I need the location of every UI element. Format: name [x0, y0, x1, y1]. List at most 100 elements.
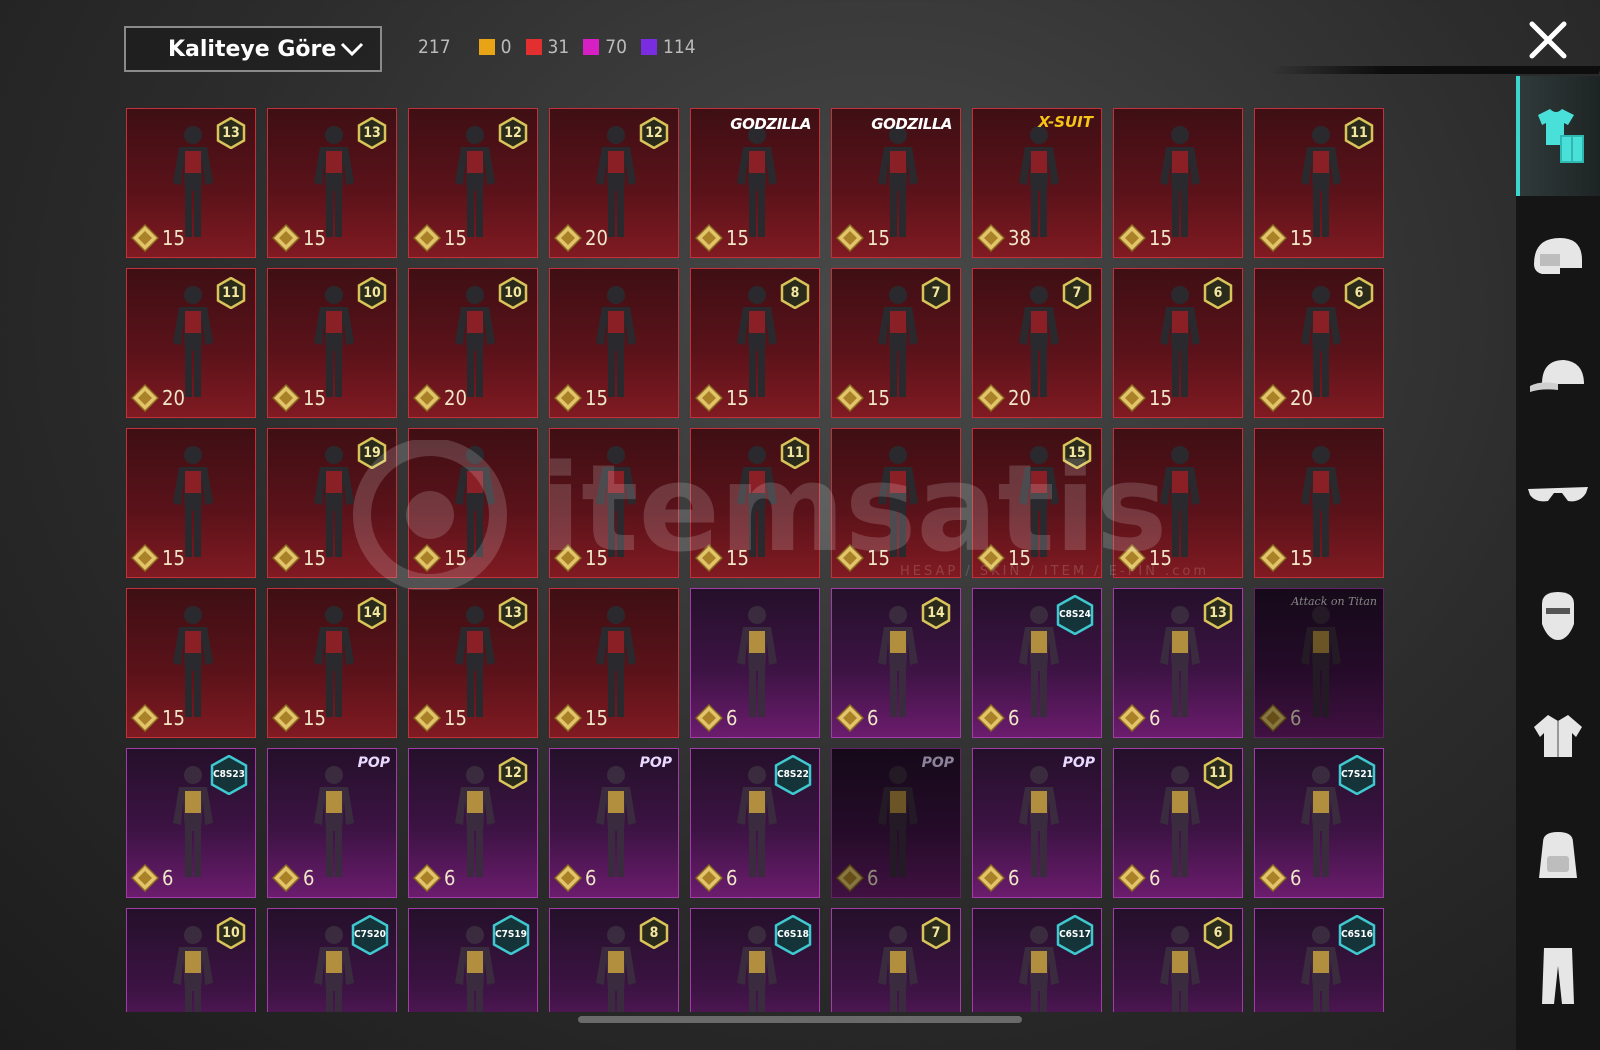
inventory-item[interactable]: 38 X-SUIT	[972, 108, 1102, 258]
item-price: 15	[695, 384, 749, 412]
currency-icon	[836, 864, 864, 892]
price-value: 6	[726, 866, 738, 890]
inventory-item[interactable]: 15 11	[1254, 108, 1384, 258]
inventory-item[interactable]: 6 C6S17	[972, 908, 1102, 1012]
level-badge: 7	[920, 916, 952, 950]
currency-icon	[413, 544, 441, 572]
inventory-item[interactable]: 6 6	[1113, 908, 1243, 1012]
item-price: 15	[836, 224, 890, 252]
count-value: 70	[605, 36, 627, 58]
price-value: 15	[303, 386, 326, 410]
mask-icon	[1542, 592, 1574, 640]
inventory-item[interactable]: 15 6	[1113, 268, 1243, 418]
inventory-item[interactable]: 15	[549, 428, 679, 578]
item-price: 15	[1118, 224, 1172, 252]
inventory-item[interactable]: 6 POP	[267, 748, 397, 898]
tab-helmet[interactable]	[1516, 196, 1600, 316]
tab-jacket[interactable]	[1516, 676, 1600, 796]
inventory-item[interactable]: 15	[1113, 108, 1243, 258]
inventory-item[interactable]: 15 19	[267, 428, 397, 578]
level-badge: 14	[920, 596, 952, 630]
inventory-item[interactable]: 6 11	[1113, 748, 1243, 898]
inventory-item[interactable]: 15 11	[690, 428, 820, 578]
inventory-item[interactable]: 6 10	[126, 908, 256, 1012]
tab-outfit[interactable]	[1516, 76, 1600, 196]
inventory-item[interactable]: 15	[831, 428, 961, 578]
inventory-item[interactable]: 6 C8S24	[972, 588, 1102, 738]
inventory-item[interactable]: 6 7	[831, 908, 961, 1012]
inventory-item[interactable]: 6 POP	[831, 748, 961, 898]
inventory-item[interactable]: 6 C6S16	[1254, 908, 1384, 1012]
inventory-item[interactable]: 6 C8S23	[126, 748, 256, 898]
inventory-item[interactable]: 15	[549, 268, 679, 418]
inventory-item[interactable]: 15	[408, 428, 538, 578]
price-value: 6	[1290, 866, 1302, 890]
inventory-item[interactable]: 6 C6S18	[690, 908, 820, 1012]
tab-pants[interactable]	[1516, 916, 1600, 1036]
price-value: 15	[444, 546, 467, 570]
inventory-item[interactable]: 6 12	[408, 748, 538, 898]
price-value: 20	[1008, 386, 1031, 410]
tab-backpack[interactable]	[1516, 796, 1600, 916]
inventory-item[interactable]: 15 GODZILLA	[831, 108, 961, 258]
level-badge: 10	[356, 276, 388, 310]
price-value: 38	[1008, 226, 1031, 250]
inventory-item[interactable]: 15 7	[831, 268, 961, 418]
home-indicator[interactable]	[578, 1016, 1022, 1023]
inventory-item[interactable]: 15	[549, 588, 679, 738]
inventory-item[interactable]: 15	[1113, 428, 1243, 578]
inventory-item[interactable]: 20 12	[549, 108, 679, 258]
inventory-item[interactable]: 15 10	[267, 268, 397, 418]
inventory-item[interactable]: 6 13	[1113, 588, 1243, 738]
inventory-item[interactable]: 15 15	[972, 428, 1102, 578]
inventory-item[interactable]: 6	[690, 588, 820, 738]
level-badge: 8	[638, 916, 670, 950]
tab-hat[interactable]	[1516, 316, 1600, 436]
inventory-item[interactable]: 6 POP	[972, 748, 1102, 898]
price-value: 15	[162, 546, 185, 570]
inventory-item[interactable]: 20 11	[126, 268, 256, 418]
inventory-item[interactable]: 6 Attack on Titan	[1254, 588, 1384, 738]
level-badge-value: 14	[363, 605, 381, 621]
item-price: 6	[1118, 864, 1160, 892]
inventory-item[interactable]: 15 13	[408, 588, 538, 738]
season-badge-label: C7S20	[354, 929, 386, 940]
inventory-item[interactable]: 6 C8S22	[690, 748, 820, 898]
inventory-item[interactable]: 15 13	[267, 108, 397, 258]
inventory-item[interactable]: 15 12	[408, 108, 538, 258]
inventory-grid-area[interactable]: 15 13 15 13 15 12 20 12 15 GODZILLA 15 G…	[126, 108, 1392, 1012]
inventory-item[interactable]: 6 8	[549, 908, 679, 1012]
currency-icon	[554, 864, 582, 892]
inventory-item[interactable]: 15 13	[126, 108, 256, 258]
currency-icon	[836, 384, 864, 412]
inventory-item[interactable]: 6 C7S19	[408, 908, 538, 1012]
collab-label: POP	[357, 755, 390, 771]
level-badge: 19	[356, 436, 388, 470]
price-value: 15	[726, 386, 749, 410]
level-badge-value: 11	[222, 285, 240, 301]
inventory-item[interactable]: 6 14	[831, 588, 961, 738]
currency-icon	[695, 864, 723, 892]
inventory-item[interactable]: 20 10	[408, 268, 538, 418]
inventory-item[interactable]: 20 7	[972, 268, 1102, 418]
inventory-item[interactable]: 6 C7S20	[267, 908, 397, 1012]
item-price: 15	[131, 704, 185, 732]
inventory-item[interactable]: 15	[126, 428, 256, 578]
inventory-item[interactable]: 20 6	[1254, 268, 1384, 418]
tab-mask[interactable]	[1516, 556, 1600, 676]
inventory-item[interactable]: 15 14	[267, 588, 397, 738]
inventory-item[interactable]: 15 8	[690, 268, 820, 418]
inventory-item[interactable]: 6 POP	[549, 748, 679, 898]
close-icon[interactable]	[1526, 18, 1570, 62]
level-badge: 6	[1202, 276, 1234, 310]
inventory-item[interactable]: 15	[126, 588, 256, 738]
item-price: 15	[836, 544, 890, 572]
inventory-item[interactable]: 6 C7S21	[1254, 748, 1384, 898]
inventory-item[interactable]: 15 GODZILLA	[690, 108, 820, 258]
inventory-item[interactable]: 15	[1254, 428, 1384, 578]
sort-dropdown[interactable]: Kaliteye Göre	[124, 26, 382, 72]
item-price: 15	[1118, 544, 1172, 572]
item-price: 6	[131, 864, 173, 892]
glasses-icon	[1528, 487, 1588, 502]
tab-glasses[interactable]	[1516, 436, 1600, 556]
